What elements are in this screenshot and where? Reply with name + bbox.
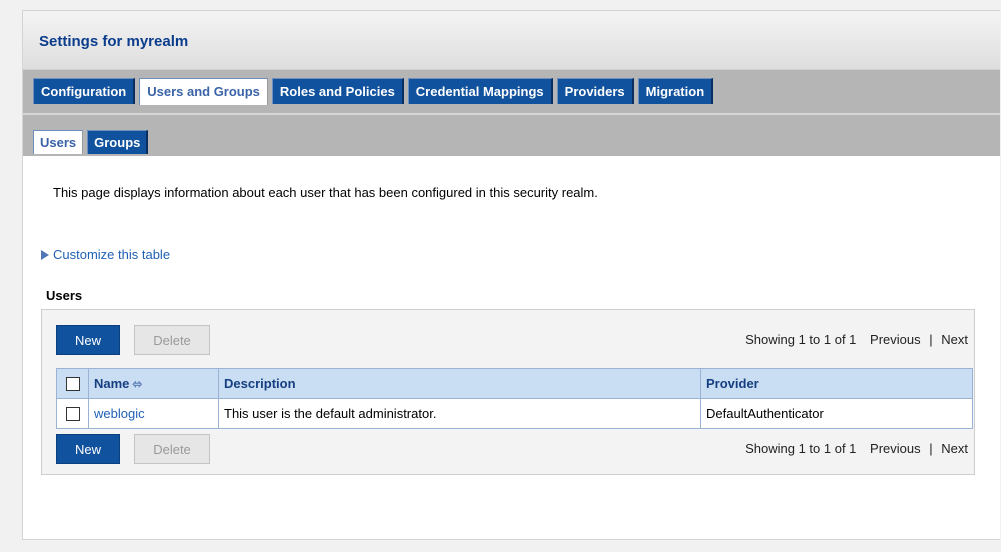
- sub-tab-bar: Users Groups: [23, 113, 1000, 156]
- cell-description: This user is the default administrator.: [218, 398, 701, 429]
- new-button-bottom[interactable]: New: [56, 434, 120, 464]
- section-label: Users: [46, 288, 83, 303]
- previous-link[interactable]: Previous: [870, 441, 921, 456]
- tab-credential-mappings[interactable]: Credential Mappings: [407, 78, 553, 104]
- row-select-cell: [56, 398, 89, 429]
- next-link[interactable]: Next: [941, 441, 968, 456]
- delete-button-bottom[interactable]: Delete: [134, 434, 210, 464]
- settings-page: Settings for myrealm Configuration Users…: [22, 10, 1000, 540]
- sort-ascending-icon[interactable]: ⬄: [132, 377, 142, 391]
- cell-provider: DefaultAuthenticator: [700, 398, 973, 429]
- tab-groups[interactable]: Groups: [87, 130, 149, 154]
- tab-users-and-groups[interactable]: Users and Groups: [139, 78, 268, 105]
- showing-text: Showing 1 to 1 of 1: [745, 441, 857, 456]
- table-row: weblogic This user is the default admini…: [56, 398, 973, 429]
- column-header-description[interactable]: Description: [218, 368, 701, 399]
- pager-separator: |: [929, 332, 933, 347]
- user-name-link[interactable]: weblogic: [94, 406, 145, 421]
- intro-text: This page displays information about eac…: [53, 185, 598, 200]
- page-title: Settings for myrealm: [39, 33, 189, 50]
- previous-link[interactable]: Previous: [870, 332, 921, 347]
- users-table-panel: New Delete Showing 1 to 1 of 1 Previous …: [41, 309, 975, 475]
- pager-separator: |: [929, 441, 933, 456]
- pager-bottom: Showing 1 to 1 of 1 Previous | Next: [745, 441, 968, 456]
- cell-name: weblogic: [88, 398, 219, 429]
- title-bar: Settings for myrealm: [23, 11, 1000, 70]
- showing-text: Showing 1 to 1 of 1: [745, 332, 857, 347]
- column-name-label: Name: [94, 376, 130, 391]
- column-header-provider[interactable]: Provider: [700, 368, 973, 399]
- tab-providers[interactable]: Providers: [556, 78, 634, 104]
- select-all-checkbox[interactable]: [65, 377, 80, 392]
- tab-roles-and-policies[interactable]: Roles and Policies: [271, 78, 404, 104]
- users-table: Name ⬄ Description Provider weblogic Thi…: [56, 368, 973, 429]
- table-header-row: Name ⬄ Description Provider: [56, 368, 973, 399]
- delete-button-top[interactable]: Delete: [134, 325, 210, 355]
- new-button-top[interactable]: New: [56, 325, 120, 355]
- customize-label: Customize this table: [53, 247, 171, 262]
- next-link[interactable]: Next: [941, 332, 968, 347]
- customize-table-link[interactable]: Customize this table: [41, 247, 170, 262]
- row-checkbox[interactable]: [65, 407, 80, 422]
- tab-configuration[interactable]: Configuration: [33, 78, 136, 104]
- select-all-cell: [56, 368, 89, 399]
- tab-migration[interactable]: Migration: [637, 78, 714, 104]
- pager-top: Showing 1 to 1 of 1 Previous | Next: [745, 332, 968, 347]
- tab-users[interactable]: Users: [33, 130, 84, 154]
- main-tab-bar: Configuration Users and Groups Roles and…: [23, 70, 1000, 113]
- expand-triangle-icon: [41, 249, 49, 260]
- column-header-name[interactable]: Name ⬄: [88, 368, 219, 399]
